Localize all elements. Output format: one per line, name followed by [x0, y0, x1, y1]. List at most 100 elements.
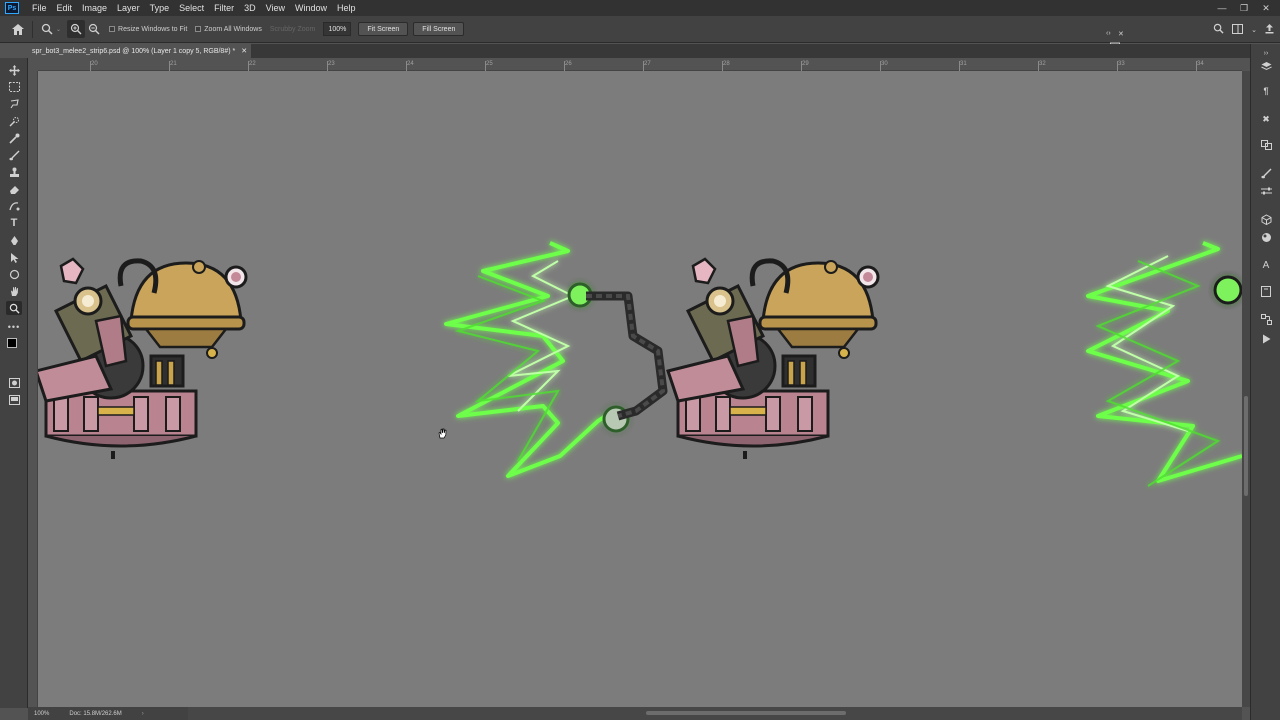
- ruler-tick: 22: [248, 61, 256, 71]
- ruler-tick: 21: [169, 61, 177, 71]
- tools-panel: T •••: [0, 58, 28, 708]
- eraser-tool-icon[interactable]: [6, 182, 22, 196]
- path-selection-tool-icon[interactable]: [6, 250, 22, 264]
- menu-help[interactable]: Help: [332, 0, 361, 16]
- vertical-scroll-thumb[interactable]: [1244, 396, 1248, 496]
- search-icon[interactable]: [1213, 23, 1224, 36]
- foreground-color-swatch[interactable]: [7, 338, 17, 348]
- character-icon[interactable]: A: [1258, 258, 1274, 272]
- menu-file[interactable]: File: [27, 0, 52, 16]
- collapse-arrows-icon[interactable]: ››: [1258, 46, 1274, 60]
- move-tool-icon[interactable]: [6, 63, 22, 77]
- scrubby-zoom-checkbox: Scrubby Zoom: [269, 25, 316, 33]
- resize-windows-checkbox[interactable]: Resize Windows to Fit: [109, 26, 187, 33]
- bot-sprite-frame: [668, 259, 878, 459]
- horizontal-scroll-thumb[interactable]: [646, 711, 846, 715]
- ruler-tick: 33: [1117, 61, 1125, 71]
- close-icon[interactable]: ✕: [1256, 3, 1276, 14]
- right-panel-dock: ›› ¶ ✖ A: [1250, 44, 1280, 720]
- checkbox-box[interactable]: [109, 26, 116, 32]
- ellipse-tool-icon[interactable]: [6, 267, 22, 281]
- vertical-scrollbar[interactable]: [1242, 71, 1250, 707]
- bot-sprite-frame: [38, 259, 246, 459]
- status-doc-size: Doc: 15.8M/262.6M: [69, 710, 122, 717]
- ruler-tick: 20: [90, 61, 98, 71]
- minimize-icon[interactable]: —: [1212, 3, 1232, 13]
- ruler-tick: 34: [1196, 61, 1204, 71]
- zoom-out-icon[interactable]: [85, 20, 103, 38]
- horizontal-scrollbar[interactable]: [38, 707, 1242, 720]
- chevron-down-icon[interactable]: ⌄: [1251, 26, 1257, 34]
- zoom-in-icon[interactable]: [67, 20, 86, 38]
- chevron-down-icon[interactable]: ⌄: [56, 26, 61, 33]
- home-icon[interactable]: [9, 20, 27, 38]
- menu-window[interactable]: Window: [290, 0, 332, 16]
- zoom-icon[interactable]: [38, 20, 56, 38]
- zoom-all-windows-checkbox[interactable]: Zoom All Windows: [195, 26, 262, 33]
- lightning-effect: [1086, 241, 1242, 487]
- restore-icon[interactable]: ❐: [1234, 3, 1254, 14]
- eyedropper-tool-icon[interactable]: [6, 131, 22, 145]
- options-bar: ⌄ Resize Windows to Fit Zoom All Windows…: [0, 16, 1280, 43]
- hand-cursor-icon: [438, 428, 447, 439]
- stamp-tool-icon[interactable]: [6, 165, 22, 179]
- ruler-tick: 29: [801, 61, 809, 71]
- pen-tool-icon[interactable]: [6, 233, 22, 247]
- canvas-area[interactable]: [38, 71, 1242, 707]
- status-zoom[interactable]: 100%: [34, 711, 49, 717]
- menu-filter[interactable]: Filter: [209, 0, 239, 16]
- brush-tool-icon[interactable]: [6, 148, 22, 162]
- close-icon[interactable]: ✕: [1118, 30, 1124, 38]
- timeline-icon[interactable]: [1258, 312, 1274, 326]
- menu-bar: Ps File Edit Image Layer Type Select Fil…: [0, 0, 1280, 16]
- adjustments-icon[interactable]: ✖: [1258, 112, 1274, 126]
- ruler-tick: 23: [327, 61, 335, 71]
- marquee-tool-icon[interactable]: [6, 80, 22, 94]
- chain-links: [586, 294, 666, 418]
- glyphs-icon[interactable]: [1258, 284, 1274, 298]
- menu-3d[interactable]: 3D: [239, 0, 261, 16]
- menu-view[interactable]: View: [261, 0, 290, 16]
- checkbox-box[interactable]: [195, 26, 202, 32]
- libraries-icon[interactable]: [1258, 138, 1274, 152]
- menu-type[interactable]: Type: [145, 0, 175, 16]
- ruler-horizontal: 20 21 22 23 24 25 26 27 28 29 30 31 32 3…: [38, 59, 1242, 71]
- color-swatches[interactable]: [6, 338, 22, 360]
- menu-edit[interactable]: Edit: [52, 0, 78, 16]
- lasso-tool-icon[interactable]: [6, 97, 22, 111]
- menu-image[interactable]: Image: [77, 0, 112, 16]
- ruler-tick: 32: [1038, 61, 1046, 71]
- layers-icon[interactable]: [1258, 59, 1274, 73]
- paragraph-icon[interactable]: ¶: [1258, 84, 1274, 98]
- share-icon[interactable]: [1265, 23, 1274, 36]
- quick-selection-tool-icon[interactable]: [6, 114, 22, 128]
- hand-tool-icon[interactable]: [6, 284, 22, 298]
- document-tab[interactable]: spr_bot3_melee2_strip6.psd @ 100% (Layer…: [28, 44, 252, 58]
- more-tools-icon[interactable]: •••: [6, 320, 22, 334]
- lightning-effect: [444, 241, 630, 478]
- workspace-icon[interactable]: [1232, 23, 1244, 36]
- menu-select[interactable]: Select: [174, 0, 209, 16]
- gradient-tool-icon[interactable]: [6, 199, 22, 213]
- screen-mode-icon[interactable]: [6, 393, 22, 407]
- ruler-tick: 28: [722, 61, 730, 71]
- zoom-level-input[interactable]: 100%: [323, 22, 352, 36]
- play-icon[interactable]: [1258, 332, 1274, 346]
- 3d-cube-icon[interactable]: [1258, 212, 1274, 226]
- materials-icon[interactable]: [1258, 230, 1274, 244]
- close-icon[interactable]: ✕: [241, 47, 247, 55]
- menu-layer[interactable]: Layer: [112, 0, 145, 16]
- quick-mask-icon[interactable]: [6, 376, 22, 390]
- expand-arrows-icon[interactable]: ‹›: [1106, 30, 1111, 37]
- separator: [32, 20, 33, 38]
- zoom-tool-icon[interactable]: [6, 301, 22, 315]
- type-tool-icon[interactable]: T: [6, 216, 22, 230]
- ruler-vertical: [28, 71, 38, 707]
- chevron-right-icon[interactable]: ›: [142, 711, 144, 717]
- ruler-tick: 26: [564, 61, 572, 71]
- fill-screen-button[interactable]: Fill Screen: [413, 22, 465, 36]
- brush-settings-icon[interactable]: [1258, 166, 1274, 180]
- sliders-icon[interactable]: [1258, 184, 1274, 198]
- status-bar: 100% Doc: 15.8M/262.6M ›: [28, 707, 188, 720]
- fit-screen-button[interactable]: Fit Screen: [358, 22, 409, 36]
